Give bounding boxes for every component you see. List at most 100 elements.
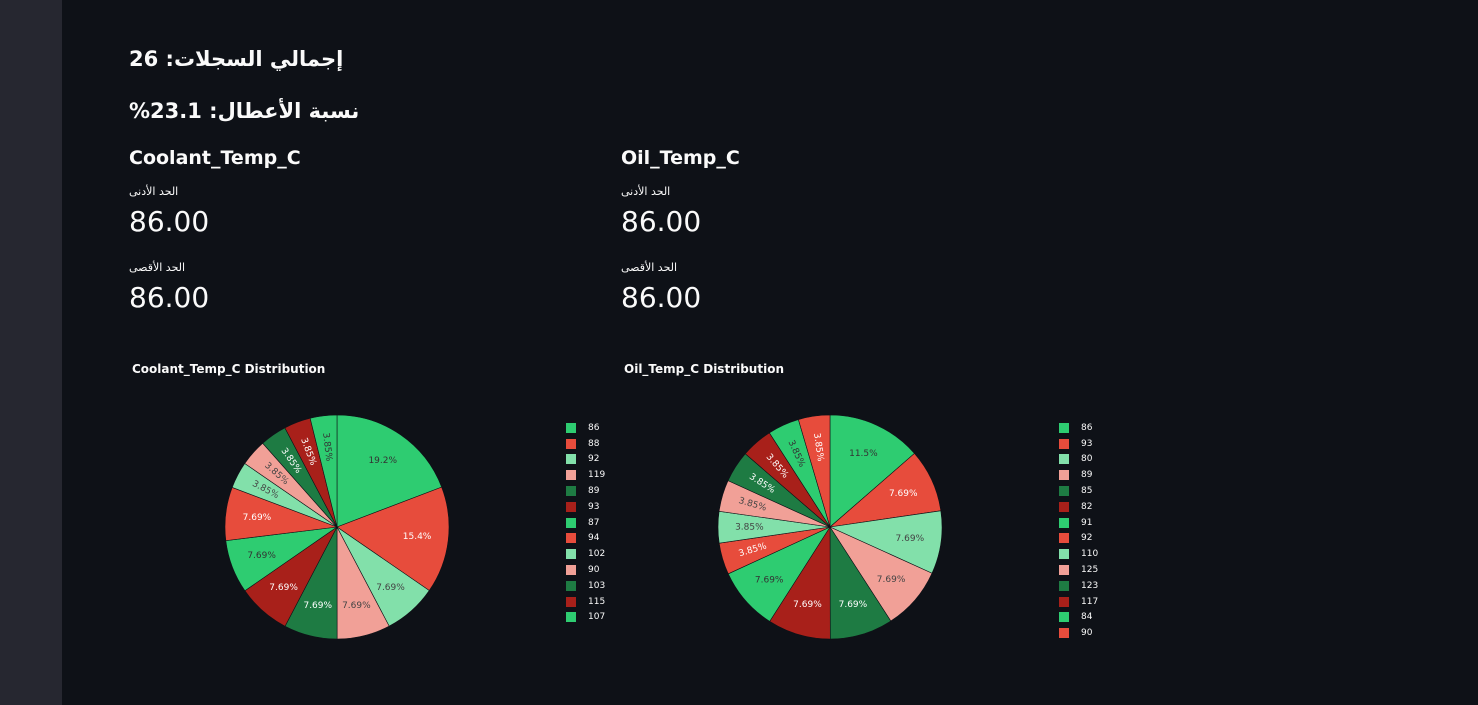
legend-swatch [1059, 533, 1069, 544]
legend-item-86[interactable]: 86 [566, 420, 605, 436]
legend-item-85[interactable]: 85 [1059, 483, 1098, 499]
legend-label: 90 [588, 565, 600, 576]
metric-max-value-coolant: 86.00 [129, 281, 210, 314]
legend-swatch [566, 565, 576, 576]
legend-label: 88 [588, 438, 600, 449]
legend-swatch [1059, 612, 1069, 623]
pie-data-label: 7.69% [793, 600, 822, 610]
metric-title-oil: Oil_Temp_C [621, 147, 740, 169]
legend-item-92[interactable]: 92 [1059, 531, 1098, 547]
legend-item-86[interactable]: 86 [1059, 420, 1098, 436]
legend-label: 89 [588, 486, 600, 497]
legend-swatch [1059, 454, 1069, 465]
legend-swatch [1059, 486, 1069, 497]
pie-data-label: 15.4% [403, 532, 432, 542]
legend-item-117[interactable]: 117 [1059, 594, 1098, 610]
legend-item-107[interactable]: 107 [566, 610, 605, 626]
legend-swatch [566, 549, 576, 560]
legend-item-119[interactable]: 119 [566, 467, 605, 483]
legend-item-92[interactable]: 92 [566, 452, 605, 468]
legend-swatch [1059, 470, 1069, 481]
pie-data-label: 7.69% [889, 489, 918, 499]
legend-label: 94 [588, 533, 600, 544]
pie-data-label: 19.2% [368, 456, 397, 466]
legend-swatch [566, 422, 576, 433]
legend-label: 86 [1081, 422, 1093, 433]
legend-item-84[interactable]: 84 [1059, 610, 1098, 626]
metric-max-value-oil: 86.00 [621, 281, 702, 314]
pie-data-label: 7.69% [755, 575, 784, 585]
chart-title-oil: Oil_Temp_C Distribution [624, 362, 784, 376]
legend-label: 103 [588, 580, 606, 591]
legend-label: 86 [588, 422, 600, 433]
metric-title-coolant: Coolant_Temp_C [129, 147, 301, 169]
pie-data-label: 3.85% [735, 523, 764, 533]
legend-swatch [1059, 596, 1069, 607]
legend-item-115[interactable]: 115 [566, 594, 605, 610]
legend-label: 117 [1081, 596, 1099, 607]
total-records-stat: إجمالي السجلات: 26 [129, 47, 344, 71]
legend-label: 89 [1081, 470, 1093, 481]
legend-label: 93 [588, 501, 600, 512]
legend-label: 85 [1081, 486, 1093, 497]
legend-swatch [566, 596, 576, 607]
legend-oil: 86 93 80 89 85 82 91 92 110 125 123 117 84 90 [1059, 420, 1098, 641]
fault-rate-stat: نسبة الأعطال: 23.1% [129, 99, 360, 123]
pie-data-label: 7.69% [269, 583, 298, 593]
metric-min-value-oil: 86.00 [621, 205, 702, 238]
pie-chart-coolant: 19.2% 15.4% 7.69% 7.69% 7.69% 7.69% 7.69% 7.69%… [224, 414, 450, 640]
legend-item-125[interactable]: 125 [1059, 562, 1098, 578]
metric-min-value-coolant: 86.00 [129, 205, 210, 238]
pie-data-label: 7.69% [247, 551, 276, 561]
legend-item-93[interactable]: 93 [1059, 436, 1098, 452]
legend-item-80[interactable]: 80 [1059, 452, 1098, 468]
legend-item-90[interactable]: 90 [566, 562, 605, 578]
sidebar [0, 0, 62, 705]
legend-item-89[interactable]: 89 [566, 483, 605, 499]
legend-item-110[interactable]: 110 [1059, 546, 1098, 562]
legend-label: 125 [1081, 565, 1099, 576]
legend-swatch [566, 470, 576, 481]
legend-swatch [1059, 517, 1069, 528]
legend-swatch [566, 501, 576, 512]
legend-item-87[interactable]: 87 [566, 515, 605, 531]
legend-label: 107 [588, 612, 606, 623]
legend-item-90[interactable]: 90 [1059, 625, 1098, 641]
legend-swatch [566, 612, 576, 623]
pie-data-label: 7.69% [896, 534, 925, 544]
legend-label: 110 [1081, 549, 1099, 560]
pie-data-label: 7.69% [243, 513, 272, 523]
legend-item-91[interactable]: 91 [1059, 515, 1098, 531]
legend-swatch [566, 580, 576, 591]
legend-swatch [1059, 565, 1069, 576]
legend-item-123[interactable]: 123 [1059, 578, 1098, 594]
legend-item-93[interactable]: 93 [566, 499, 605, 515]
legend-item-102[interactable]: 102 [566, 546, 605, 562]
legend-swatch [1059, 422, 1069, 433]
legend-label: 82 [1081, 501, 1093, 512]
legend-swatch [1059, 501, 1069, 512]
metric-max-label-coolant: الحد الأقصى [129, 261, 186, 274]
metric-max-label-oil: الحد الأقصى [621, 261, 678, 274]
metric-min-label-coolant: الحد الأدنى [129, 185, 179, 198]
legend-swatch [566, 486, 576, 497]
pie-data-label: 7.69% [877, 575, 906, 585]
legend-swatch [1059, 549, 1069, 560]
legend-swatch [1059, 580, 1069, 591]
pie-data-label: 7.69% [342, 601, 371, 611]
legend-swatch [1059, 628, 1069, 639]
legend-item-103[interactable]: 103 [566, 578, 605, 594]
legend-label: 87 [588, 517, 600, 528]
legend-label: 84 [1081, 612, 1093, 623]
legend-coolant: 86 88 92 119 89 93 87 94 102 90 103 115 107 [566, 420, 605, 625]
legend-label: 119 [588, 470, 606, 481]
legend-item-94[interactable]: 94 [566, 531, 605, 547]
legend-swatch [566, 517, 576, 528]
legend-label: 93 [1081, 438, 1093, 449]
legend-item-88[interactable]: 88 [566, 436, 605, 452]
legend-item-89[interactable]: 89 [1059, 467, 1098, 483]
chart-title-coolant: Coolant_Temp_C Distribution [132, 362, 326, 376]
legend-label: 91 [1081, 517, 1093, 528]
legend-label: 115 [588, 596, 606, 607]
legend-item-82[interactable]: 82 [1059, 499, 1098, 515]
